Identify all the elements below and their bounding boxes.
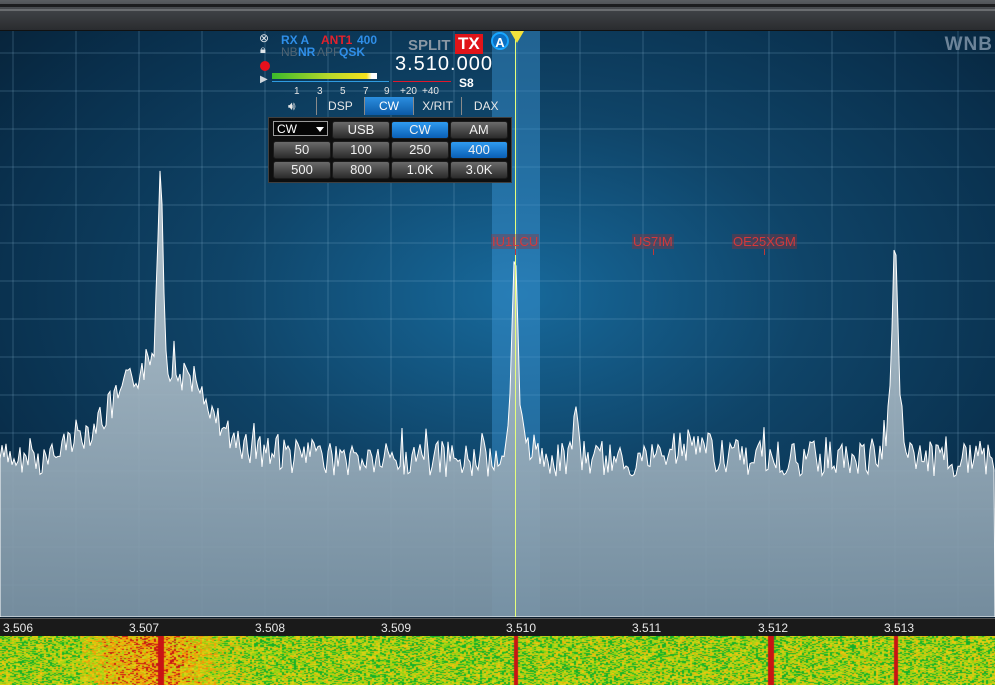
s-meter-tick: 1 bbox=[294, 86, 300, 97]
qsk-toggle[interactable]: QSK bbox=[339, 45, 365, 59]
filter-1k-button[interactable]: 1.0K bbox=[391, 161, 449, 179]
frequency-tick-label: 3.507 bbox=[129, 621, 160, 635]
tx-marker-icon[interactable] bbox=[510, 31, 524, 43]
frequency-tick-label: 3.512 bbox=[758, 621, 789, 635]
s-meter-over-line bbox=[393, 81, 451, 82]
s-meter-reading: S8 bbox=[459, 76, 474, 90]
split-button[interactable]: SPLIT bbox=[408, 37, 451, 54]
frequency-tick-label: 3.506 bbox=[3, 621, 34, 635]
top-toolbar bbox=[0, 0, 995, 31]
s-meter-tick: 7 bbox=[363, 86, 369, 97]
frequency-tick-label: 3.513 bbox=[884, 621, 915, 635]
play-icon[interactable]: ▶ bbox=[260, 74, 268, 85]
filter-250-button[interactable]: 250 bbox=[391, 141, 449, 159]
tab-xrit[interactable]: X/RIT bbox=[412, 97, 462, 115]
close-icon[interactable]: ⊗ bbox=[259, 31, 269, 45]
carrier-line[interactable] bbox=[515, 31, 516, 617]
mode-select[interactable]: CW bbox=[273, 121, 328, 136]
filter-500-button[interactable]: 500 bbox=[273, 161, 331, 179]
frequency-tick-label: 3.510 bbox=[506, 621, 537, 635]
s-meter-tick: +20 bbox=[400, 86, 417, 97]
spot-label[interactable]: IU1LCU bbox=[491, 234, 540, 255]
wnb-indicator: WNB bbox=[944, 34, 993, 55]
mode-am-button[interactable]: AM bbox=[450, 121, 508, 139]
slice-letter-badge[interactable]: A bbox=[491, 32, 509, 50]
s-meter-scale-line bbox=[272, 81, 389, 82]
frequency-scale[interactable]: 3.506 3.507 3.508 3.509 3.510 3.511 3.51… bbox=[0, 618, 995, 636]
filter-50-button[interactable]: 50 bbox=[273, 141, 331, 159]
toolbar-highlight bbox=[0, 9, 995, 11]
nr-toggle[interactable]: NR bbox=[298, 45, 315, 59]
s-meter-tick: +40 bbox=[422, 86, 439, 97]
flag-header: ⊗ 🔒︎ RX A ANT1 400 NB NR APF QSK SPLIT T… bbox=[256, 31, 510, 97]
mode-usb-button[interactable]: USB bbox=[332, 121, 390, 139]
slice-flag: ⊗ 🔒︎ RX A ANT1 400 NB NR APF QSK SPLIT T… bbox=[256, 31, 512, 183]
filter-100-button[interactable]: 100 bbox=[332, 141, 390, 159]
mode-cw-button[interactable]: CW bbox=[391, 121, 449, 139]
s-meter-tick: 3 bbox=[317, 86, 323, 97]
record-icon[interactable] bbox=[260, 61, 270, 71]
frequency-tick-label: 3.508 bbox=[255, 621, 286, 635]
spot-label[interactable]: OE25XGM bbox=[732, 234, 797, 255]
tab-audio[interactable]: 🔊︎ bbox=[268, 97, 316, 115]
s-meter-tick: 5 bbox=[340, 86, 346, 97]
filter-800-button[interactable]: 800 bbox=[332, 161, 390, 179]
lock-icon[interactable]: 🔒︎ bbox=[260, 44, 266, 57]
tx-button[interactable]: TX bbox=[455, 34, 483, 54]
tab-cw[interactable]: CW bbox=[364, 97, 413, 115]
chevron-down-icon bbox=[316, 127, 324, 132]
s-meter-bar bbox=[272, 73, 377, 79]
flag-tabs: 🔊︎ DSP CW X/RIT DAX bbox=[268, 97, 510, 115]
filter-400-button[interactable]: 400 bbox=[450, 141, 508, 159]
tab-dsp[interactable]: DSP bbox=[315, 97, 365, 115]
frequency-display[interactable]: 3.510.000 bbox=[395, 53, 493, 76]
mode-filter-panel: CW USB CW AM 50 100 250 400 500 800 1.0K… bbox=[268, 117, 512, 183]
filter-3k-button[interactable]: 3.0K bbox=[450, 161, 508, 179]
s-meter-tick: 9 bbox=[384, 86, 390, 97]
frequency-tick-label: 3.511 bbox=[632, 621, 662, 635]
tab-dax[interactable]: DAX bbox=[461, 97, 510, 115]
mode-select-value: CW bbox=[277, 122, 297, 136]
waterfall-display[interactable] bbox=[0, 636, 995, 685]
toolbar-groove bbox=[0, 4, 995, 7]
nb-toggle[interactable]: NB bbox=[281, 45, 298, 59]
frequency-tick-label: 3.509 bbox=[381, 621, 412, 635]
speaker-icon: 🔊︎ bbox=[288, 99, 296, 113]
spot-label[interactable]: US7IM bbox=[632, 234, 674, 255]
apf-toggle[interactable]: APF bbox=[317, 45, 340, 59]
